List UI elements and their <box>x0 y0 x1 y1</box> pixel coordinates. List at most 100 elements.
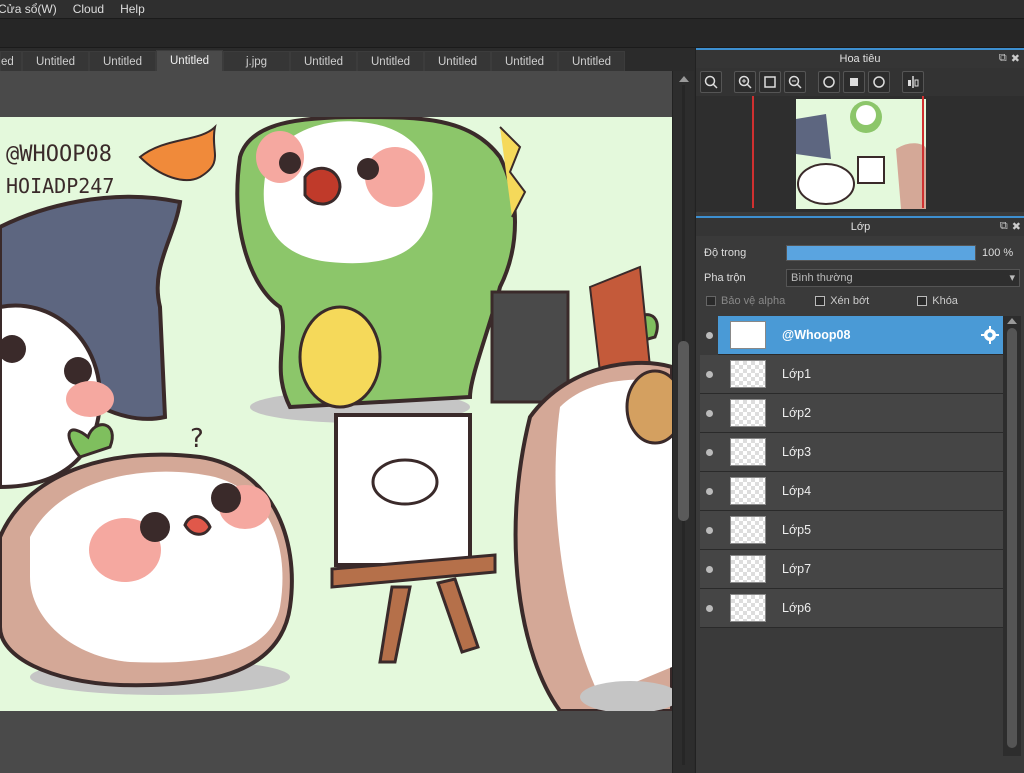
clipping-label: Xén bớt <box>830 295 870 307</box>
zoom-out-button[interactable] <box>784 71 806 93</box>
checkbox-box <box>706 296 716 306</box>
fit-screen-button[interactable] <box>759 71 781 93</box>
layer-name: Lớp1 <box>782 367 812 381</box>
scroll-thumb[interactable] <box>1007 328 1017 748</box>
layer-options-row: Bảo vệ alpha Xén bớt Khóa <box>696 290 1024 312</box>
rotate-left-button[interactable] <box>818 71 840 93</box>
protect-alpha-label: Bảo vệ alpha <box>721 295 786 307</box>
scroll-thumb[interactable] <box>678 341 689 521</box>
lock-label: Khóa <box>932 295 958 307</box>
gear-icon[interactable] <box>981 326 999 344</box>
layer-thumbnail <box>730 438 766 466</box>
eye-icon[interactable] <box>700 604 718 612</box>
artwork-illustration: @WHOOP08 HOIADP247 ? <box>0 117 672 711</box>
tab-document[interactable]: ed <box>0 51 22 71</box>
layer-thumbnail <box>730 360 766 388</box>
zoom-out-icon <box>788 75 802 89</box>
eye-icon[interactable] <box>700 487 718 495</box>
layer-name: Lớp3 <box>782 445 812 459</box>
close-icon[interactable]: ✖ <box>1012 220 1021 233</box>
menu-cloud[interactable]: Cloud <box>65 0 112 18</box>
layer-panel-header: Lớp ⧉ ✖ <box>696 216 1024 236</box>
protect-alpha-checkbox[interactable]: Bảo vệ alpha <box>706 295 785 307</box>
opacity-row: Độ trong 100 % <box>696 240 1024 265</box>
document-tabs: ed Untitled Untitled Untitled j.jpg Unti… <box>0 50 694 71</box>
tab-document[interactable]: Untitled <box>491 51 558 71</box>
layer-row[interactable]: Lớp5 <box>700 511 1003 550</box>
eye-icon[interactable] <box>700 448 718 456</box>
layer-name: Lớp4 <box>782 484 812 498</box>
layer-thumbnail <box>730 321 766 349</box>
close-icon[interactable]: ✖ <box>1011 52 1020 65</box>
artwork-canvas[interactable]: @WHOOP08 HOIADP247 ? <box>0 117 672 711</box>
artwork-text: @WHOOP08 <box>6 142 112 167</box>
navigator-viewport-right <box>922 96 924 208</box>
layer-thumbnail <box>730 594 766 622</box>
flip-icon <box>908 76 919 88</box>
tab-document[interactable]: Untitled <box>424 51 491 71</box>
eye-icon[interactable] <box>700 315 718 355</box>
blend-mode-select[interactable]: Bình thường ▾ <box>786 268 1020 287</box>
lock-checkbox[interactable]: Khóa <box>917 295 958 307</box>
layer-name: Lớp2 <box>782 406 812 420</box>
navigator-preview[interactable] <box>696 96 1024 212</box>
tab-document[interactable]: Untitled <box>357 51 424 71</box>
blend-mode-value: Bình thường <box>791 271 853 284</box>
menu-help[interactable]: Help <box>112 0 153 18</box>
actual-size-icon <box>850 78 858 86</box>
layer-row[interactable]: Lớp7 <box>700 550 1003 589</box>
scroll-up-arrow[interactable] <box>679 76 689 82</box>
layer-name: Lớp7 <box>782 562 812 576</box>
tab-document[interactable]: Untitled <box>89 51 156 71</box>
canvas-area[interactable]: @WHOOP08 HOIADP247 ? <box>0 71 672 773</box>
layer-list-scrollbar[interactable] <box>1003 316 1021 756</box>
eye-icon[interactable] <box>700 565 718 573</box>
opacity-value: 100 % <box>982 246 1014 259</box>
layer-thumbnail <box>730 477 766 505</box>
layer-row[interactable]: Lớp2 <box>700 394 1003 433</box>
layer-name: Lớp6 <box>782 601 812 615</box>
layer-name: @Whoop08 <box>782 328 851 342</box>
opacity-label: Độ trong <box>704 246 747 259</box>
layer-thumbnail <box>730 516 766 544</box>
undock-icon[interactable]: ⧉ <box>1000 220 1008 233</box>
toolbar-strip <box>0 18 1024 48</box>
tab-document-active[interactable]: Untitled <box>156 50 223 71</box>
tab-document[interactable]: Untitled <box>22 51 89 71</box>
menu-window[interactable]: Cửa sổ(W) <box>0 0 65 18</box>
actual-size-button[interactable] <box>843 71 865 93</box>
blend-row: Pha trộn Bình thường ▾ <box>696 265 1024 290</box>
layer-row[interactable]: Lớp1 <box>700 355 1003 394</box>
tab-document[interactable]: Untitled <box>558 51 625 71</box>
eye-icon[interactable] <box>700 526 718 534</box>
right-dock: Hoa tiêu ⧉ ✖ Lớp ⧉ ✖ Độ trong 100 % Pha … <box>695 48 1024 773</box>
layer-row[interactable]: Lớp3 <box>700 433 1003 472</box>
rotate-left-icon <box>823 76 835 88</box>
layer-thumbnail <box>730 399 766 427</box>
zoom-reset-button[interactable] <box>700 71 722 93</box>
layer-row[interactable]: Lớp6 <box>700 589 1003 628</box>
layer-name: Lớp5 <box>782 523 812 537</box>
canvas-vertical-scrollbar[interactable] <box>672 71 694 773</box>
scroll-up-arrow[interactable] <box>1007 318 1017 324</box>
layer-panel-title: Lớp <box>850 221 871 233</box>
menu-bar: Cửa sổ(W) Cloud Help <box>0 0 1024 18</box>
undock-icon[interactable]: ⧉ <box>999 52 1007 65</box>
tab-document[interactable]: j.jpg <box>223 51 290 71</box>
eye-icon[interactable] <box>700 370 718 378</box>
tab-document[interactable]: Untitled <box>290 51 357 71</box>
clipping-checkbox[interactable]: Xén bớt <box>815 295 869 307</box>
navigator-thumbnail <box>796 99 926 209</box>
artwork-text: HOIADP247 <box>6 174 114 198</box>
navigator-viewport-left <box>752 96 754 208</box>
flip-button[interactable] <box>902 71 924 93</box>
zoom-in-button[interactable] <box>734 71 756 93</box>
rotate-right-button[interactable] <box>868 71 890 93</box>
navigator-thumbnail-art <box>796 101 926 209</box>
layer-row-selected[interactable]: @Whoop08 <box>700 315 1003 355</box>
eye-icon[interactable] <box>700 409 718 417</box>
opacity-slider[interactable] <box>786 244 976 261</box>
navigator-title: Hoa tiêu <box>839 53 881 65</box>
zoom-fit-icon <box>704 75 718 89</box>
layer-row[interactable]: Lớp4 <box>700 472 1003 511</box>
